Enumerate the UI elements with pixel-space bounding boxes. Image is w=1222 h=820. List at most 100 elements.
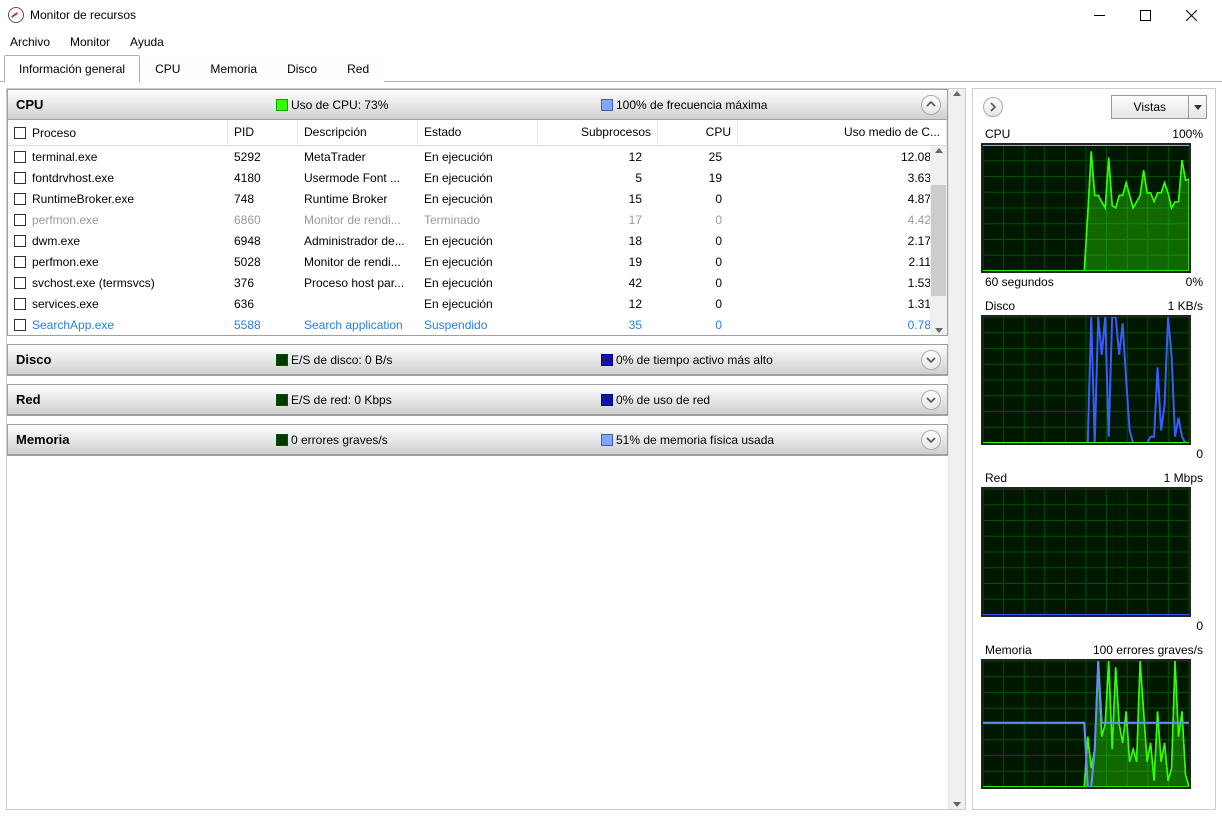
process-pid: 6860 xyxy=(228,213,298,227)
scroll-up-icon[interactable] xyxy=(953,91,961,96)
menu-monitor[interactable]: Monitor xyxy=(70,35,110,49)
process-threads: 15 xyxy=(538,192,658,206)
table-row[interactable]: perfmon.exe6860Monitor de rendi...Termin… xyxy=(8,209,947,230)
tab-disk[interactable]: Disco xyxy=(272,55,332,82)
process-avgcpu: 4.87 xyxy=(738,192,947,206)
process-pid: 5292 xyxy=(228,150,298,164)
col-desc[interactable]: Descripción xyxy=(298,120,418,145)
mem-usage-label: 51% de memoria física usada xyxy=(616,433,911,447)
section-memory-header[interactable]: Memoria 0 errores graves/s 51% de memori… xyxy=(8,425,947,455)
section-cpu: CPU Uso de CPU: 73% 100% de frecuencia m… xyxy=(7,89,948,336)
expand-disk-button[interactable] xyxy=(921,350,941,370)
graph-title: Memoria xyxy=(985,643,1032,657)
collapse-cpu-button[interactable] xyxy=(921,95,941,115)
process-threads: 12 xyxy=(538,150,658,164)
close-button[interactable] xyxy=(1168,0,1214,30)
tab-network[interactable]: Red xyxy=(332,55,384,82)
process-name: fontdrvhost.exe xyxy=(32,171,114,185)
checkbox-all[interactable] xyxy=(14,127,26,139)
process-pid: 6948 xyxy=(228,234,298,248)
process-cpu: 0 xyxy=(658,192,738,206)
tab-bar: Información general CPU Memoria Disco Re… xyxy=(0,54,1222,82)
table-row[interactable]: terminal.exe5292MetaTraderEn ejecución12… xyxy=(8,146,947,167)
chevron-down-icon xyxy=(1188,96,1206,118)
graph-min: 0% xyxy=(1186,275,1203,289)
process-name: svchost.exe (termsvcs) xyxy=(32,276,155,290)
graph-min: 0 xyxy=(1196,619,1203,633)
scroll-down-icon[interactable] xyxy=(953,802,961,807)
col-status[interactable]: Estado xyxy=(418,120,538,145)
checkbox[interactable] xyxy=(14,172,26,184)
section-network: Red E/S de red: 0 Kbps 0% de uso de red xyxy=(7,384,948,416)
table-row[interactable]: services.exe636En ejecución1201.31 xyxy=(8,293,947,314)
process-desc: Administrador de... xyxy=(298,234,418,248)
mem-errors-label: 0 errores graves/s xyxy=(291,433,591,447)
swatch-darkgreen-icon xyxy=(276,394,288,406)
table-row[interactable]: perfmon.exe5028Monitor de rendi...En eje… xyxy=(8,251,947,272)
checkbox[interactable] xyxy=(14,235,26,247)
process-name: SearchApp.exe xyxy=(32,318,114,332)
process-name: terminal.exe xyxy=(32,150,97,164)
tab-memory[interactable]: Memoria xyxy=(195,55,272,82)
process-avgcpu: 1.53 xyxy=(738,276,947,290)
section-memory-title: Memoria xyxy=(16,432,266,447)
col-threads[interactable]: Subprocesos xyxy=(538,120,658,145)
process-avgcpu: 0.78 xyxy=(738,318,947,332)
scroll-thumb[interactable] xyxy=(931,185,946,296)
checkbox[interactable] xyxy=(14,256,26,268)
menu-archivo[interactable]: Archivo xyxy=(10,35,50,49)
process-cpu: 0 xyxy=(658,213,738,227)
col-pid[interactable]: PID xyxy=(228,120,298,145)
process-name: RuntimeBroker.exe xyxy=(32,192,134,206)
checkbox[interactable] xyxy=(14,193,26,205)
process-status: En ejecución xyxy=(418,171,538,185)
table-row[interactable]: dwm.exe6948Administrador de...En ejecuci… xyxy=(8,230,947,251)
table-row[interactable]: svchost.exe (termsvcs)376Proceso host pa… xyxy=(8,272,947,293)
process-status: En ejecución xyxy=(418,297,538,311)
process-pid: 4180 xyxy=(228,171,298,185)
checkbox[interactable] xyxy=(14,319,26,331)
process-pid: 376 xyxy=(228,276,298,290)
swatch-darkgreen-icon xyxy=(276,434,288,446)
process-table-header: Proceso PID Descripción Estado Subproces… xyxy=(8,120,947,146)
checkbox[interactable] xyxy=(14,151,26,163)
collapse-graphs-button[interactable] xyxy=(983,97,1003,117)
table-row[interactable]: SearchApp.exe5588Search applicationSuspe… xyxy=(8,314,947,335)
left-scrollbar[interactable] xyxy=(948,89,965,809)
process-pid: 636 xyxy=(228,297,298,311)
graph-memoria: Memoria100 errores graves/s xyxy=(981,641,1207,789)
checkbox[interactable] xyxy=(14,298,26,310)
process-threads: 35 xyxy=(538,318,658,332)
section-cpu-header[interactable]: CPU Uso de CPU: 73% 100% de frecuencia m… xyxy=(8,90,947,120)
graph-red: Red1 Mbps0 xyxy=(981,469,1207,635)
checkbox[interactable] xyxy=(14,277,26,289)
expand-network-button[interactable] xyxy=(921,390,941,410)
process-name: perfmon.exe xyxy=(32,255,99,269)
process-cpu: 0 xyxy=(658,255,738,269)
tab-cpu[interactable]: CPU xyxy=(140,55,195,82)
graph-max: 100% xyxy=(1172,127,1203,141)
minimize-button[interactable] xyxy=(1076,0,1122,30)
tab-overview[interactable]: Información general xyxy=(4,55,140,82)
graph-max: 1 KB/s xyxy=(1168,299,1203,313)
table-row[interactable]: RuntimeBroker.exe748Runtime BrokerEn eje… xyxy=(8,188,947,209)
scroll-up-icon[interactable] xyxy=(935,148,943,153)
col-cpu[interactable]: CPU xyxy=(658,120,738,145)
col-process[interactable]: Proceso xyxy=(32,126,76,140)
graph-title: Red xyxy=(985,471,1007,485)
section-disk-header[interactable]: Disco E/S de disco: 0 B/s 0% de tiempo a… xyxy=(8,345,947,375)
scroll-down-icon[interactable] xyxy=(935,328,943,333)
checkbox[interactable] xyxy=(14,214,26,226)
maximize-button[interactable] xyxy=(1122,0,1168,30)
process-cpu: 0 xyxy=(658,297,738,311)
process-desc: MetaTrader xyxy=(298,150,418,164)
table-row[interactable]: fontdrvhost.exe4180Usermode Font ...En e… xyxy=(8,167,947,188)
process-scrollbar[interactable] xyxy=(930,146,947,335)
views-dropdown[interactable]: Vistas xyxy=(1111,95,1207,119)
expand-memory-button[interactable] xyxy=(921,430,941,450)
process-threads: 12 xyxy=(538,297,658,311)
col-avgcpu[interactable]: Uso medio de C... xyxy=(738,120,947,145)
menu-bar: Archivo Monitor Ayuda xyxy=(0,30,1222,54)
section-network-header[interactable]: Red E/S de red: 0 Kbps 0% de uso de red xyxy=(8,385,947,415)
menu-ayuda[interactable]: Ayuda xyxy=(130,35,164,49)
